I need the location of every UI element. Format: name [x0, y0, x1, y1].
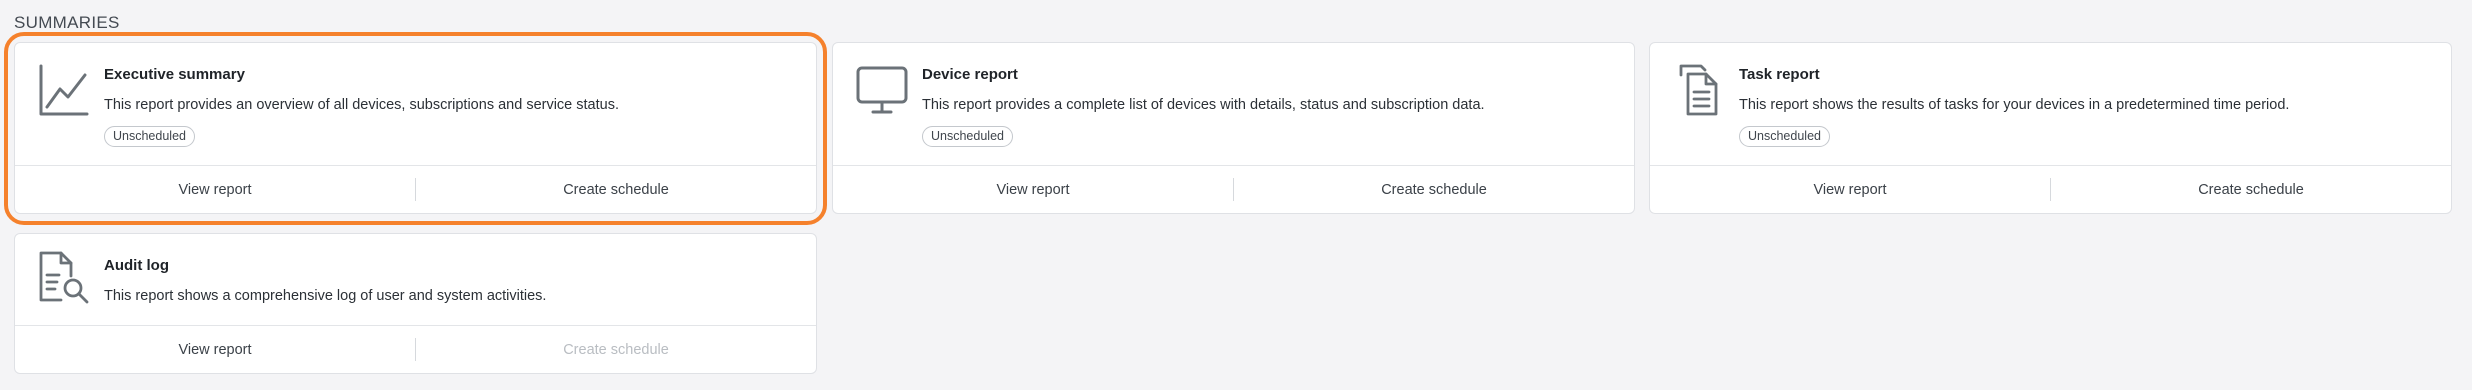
status-badge: Unscheduled — [922, 126, 1013, 147]
card-description: This report shows a comprehensive log of… — [104, 288, 547, 304]
view-report-button[interactable]: View report — [15, 166, 415, 213]
card-title: Executive summary — [104, 66, 245, 83]
report-card-task-report: Task report This report shows the result… — [1649, 42, 2452, 214]
view-report-button[interactable]: View report — [15, 326, 415, 373]
create-schedule-button[interactable]: Create schedule — [416, 166, 816, 213]
card-actions: View report Create schedule — [15, 325, 816, 373]
card-actions: View report Create schedule — [1650, 165, 2451, 213]
card-description: This report provides an overview of all … — [104, 97, 619, 113]
create-schedule-button[interactable]: Create schedule — [1234, 166, 1634, 213]
report-card-audit-log: Audit log This report shows a comprehens… — [14, 233, 817, 374]
report-card-device-report: Device report This report provides a com… — [832, 42, 1635, 214]
status-badge: Unscheduled — [104, 126, 195, 147]
card-title: Task report — [1739, 66, 1820, 83]
card-description: This report provides a complete list of … — [922, 97, 1485, 113]
card-description: This report shows the results of tasks f… — [1739, 97, 2290, 113]
card-title: Audit log — [104, 257, 169, 274]
status-badge: Unscheduled — [1739, 126, 1830, 147]
document-search-icon — [37, 250, 91, 304]
create-schedule-button: Create schedule — [416, 326, 816, 373]
documents-icon — [1672, 63, 1726, 117]
view-report-button[interactable]: View report — [833, 166, 1233, 213]
card-title: Device report — [922, 66, 1018, 83]
section-title: SUMMARIES — [14, 13, 120, 32]
card-actions: View report Create schedule — [15, 165, 816, 213]
line-chart-icon — [37, 63, 91, 117]
view-report-button[interactable]: View report — [1650, 166, 2050, 213]
card-actions: View report Create schedule — [833, 165, 1634, 213]
monitor-icon — [855, 63, 909, 117]
create-schedule-button[interactable]: Create schedule — [2051, 166, 2451, 213]
report-card-executive-summary: Executive summary This report provides a… — [14, 42, 817, 214]
